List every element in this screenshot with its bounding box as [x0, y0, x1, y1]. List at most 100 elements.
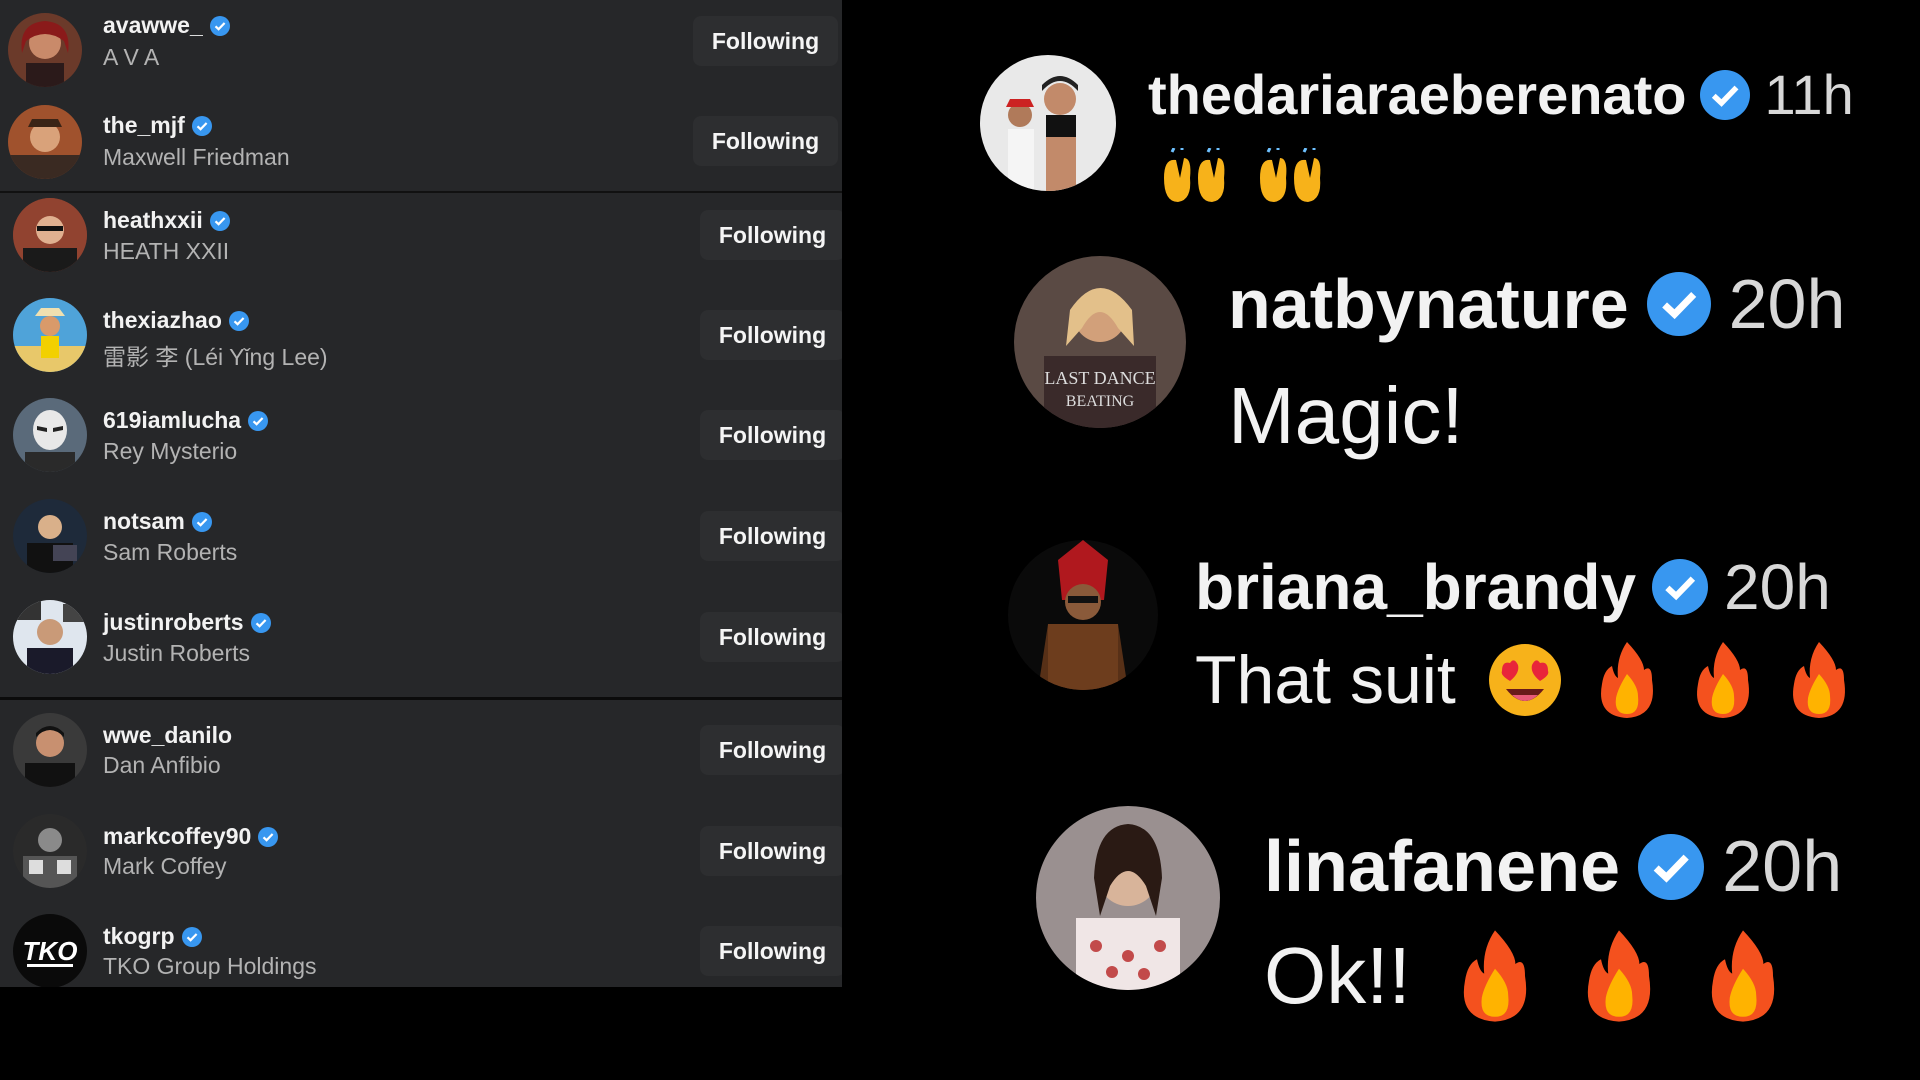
username[interactable]: tkogrp	[103, 923, 202, 950]
comment-header: briana_brandy 20h	[1195, 550, 1831, 624]
following-button[interactable]: Following	[700, 612, 842, 662]
display-name: 雷影 李 (Léi Yǐng Lee)	[103, 344, 328, 370]
following-row[interactable]: TKO tkogrp TKO Group Holdings Following	[0, 901, 842, 987]
fire-emoji-icon	[1594, 640, 1660, 720]
following-button[interactable]: Following	[700, 725, 842, 775]
verified-badge-icon	[1638, 834, 1705, 900]
svg-text:LAST DANCE: LAST DANCE	[1044, 368, 1155, 388]
verified-badge-icon	[1652, 559, 1709, 615]
following-button[interactable]: Following	[693, 116, 838, 166]
username[interactable]: notsam	[103, 508, 212, 535]
comment-text: That suit	[1195, 640, 1852, 720]
following-row[interactable]: 619iamlucha Rey Mysterio Following	[0, 385, 842, 485]
following-row[interactable]: heathxxii HEATH XXII Following	[0, 185, 842, 285]
comment-text	[1158, 148, 1328, 206]
comment-time: 11h	[1764, 63, 1854, 126]
username[interactable]: the_mjf	[103, 112, 212, 139]
verified-badge-icon	[191, 511, 212, 532]
comment-text-content: Ok!!	[1264, 931, 1411, 1020]
following-row[interactable]: thexiazhao 雷影 李 (Léi Yǐng Lee) Following	[0, 285, 842, 385]
comment-username[interactable]: thedariaraeberenato	[1148, 62, 1686, 127]
avatar[interactable]: TKO	[13, 914, 87, 987]
comment-username[interactable]: natbynature	[1228, 264, 1629, 344]
raising-hands-emoji-icon	[1254, 148, 1328, 206]
fire-emoji-icon	[1579, 928, 1659, 1024]
avatar[interactable]: LAST DANCE BEATING	[1014, 256, 1186, 428]
username[interactable]: 619iamlucha	[103, 407, 269, 434]
following-row[interactable]: the_mjf Maxwell Friedman Following	[0, 92, 842, 192]
following-button[interactable]: Following	[700, 410, 842, 460]
avatar[interactable]	[13, 600, 87, 674]
comment-header: linafanene 20h	[1264, 826, 1842, 908]
fire-emoji-icon	[1690, 640, 1756, 720]
verified-badge-icon	[1646, 272, 1711, 336]
comments-panel: thedariaraeberenato 11h LAST DANCE BEATIN…	[842, 0, 1920, 1080]
following-row[interactable]: wwe_danilo Dan Anfibio Following	[0, 700, 842, 800]
verified-badge-icon	[250, 612, 271, 633]
comment-text: Ok!!	[1264, 928, 1783, 1024]
following-row[interactable]: avawwe_ A V A Following	[0, 0, 842, 100]
verified-badge-icon	[209, 210, 230, 231]
comment-username[interactable]: briana_brandy	[1195, 550, 1636, 624]
following-button[interactable]: Following	[700, 826, 842, 876]
avatar[interactable]	[8, 105, 82, 179]
verified-badge-icon	[191, 115, 212, 136]
fire-emoji-icon	[1786, 640, 1852, 720]
avatar[interactable]	[13, 298, 87, 372]
display-name: A V A	[103, 44, 160, 70]
verified-badge-icon	[248, 410, 269, 431]
comment-text-content: Magic!	[1228, 371, 1464, 460]
username[interactable]: avawwe_	[103, 12, 230, 39]
display-name: Dan Anfibio	[103, 752, 221, 778]
svg-text:BEATING: BEATING	[1066, 393, 1135, 410]
verified-badge-icon	[228, 310, 249, 331]
following-row[interactable]: justinroberts Justin Roberts Following	[0, 587, 842, 687]
avatar[interactable]	[980, 55, 1116, 191]
following-button[interactable]: Following	[700, 310, 842, 360]
avatar[interactable]	[13, 398, 87, 472]
verified-badge-icon	[209, 15, 230, 36]
comment-username[interactable]: linafanene	[1264, 826, 1620, 908]
avatar[interactable]	[8, 13, 82, 87]
following-button[interactable]: Following	[700, 210, 842, 260]
following-row[interactable]: notsam Sam Roberts Following	[0, 486, 842, 586]
avatar[interactable]	[1008, 540, 1158, 690]
display-name: Maxwell Friedman	[103, 144, 290, 170]
following-row[interactable]: markcoffey90 Mark Coffey Following	[0, 801, 842, 901]
display-name: Mark Coffey	[103, 853, 227, 879]
comment-text: Magic!	[1228, 370, 1464, 462]
username[interactable]: markcoffey90	[103, 823, 279, 850]
fire-emoji-icon	[1703, 928, 1783, 1024]
comment-header: natbynature 20h	[1228, 264, 1845, 344]
username[interactable]: justinroberts	[103, 609, 271, 636]
heart-eyes-emoji-icon	[1486, 641, 1564, 719]
verified-badge-icon	[258, 826, 279, 847]
comment-text-content: That suit	[1195, 642, 1456, 718]
fire-emoji-icon	[1455, 928, 1535, 1024]
avatar[interactable]	[13, 713, 87, 787]
avatar[interactable]	[13, 499, 87, 573]
following-button[interactable]: Following	[693, 16, 838, 66]
display-name: Sam Roberts	[103, 539, 238, 565]
username[interactable]: heathxxii	[103, 207, 230, 234]
following-list-panel: avawwe_ A V A Following the_mjf Maxwell …	[0, 0, 842, 987]
comment-time: 20h	[1724, 551, 1831, 623]
username[interactable]: wwe_danilo	[103, 722, 232, 749]
raising-hands-emoji-icon	[1158, 148, 1232, 206]
verified-badge-icon	[181, 926, 202, 947]
following-button[interactable]: Following	[700, 511, 842, 561]
display-name: HEATH XXII	[103, 238, 230, 264]
comment-time: 20h	[1722, 827, 1843, 907]
display-name: Justin Roberts	[103, 640, 251, 666]
display-name: TKO Group Holdings	[103, 953, 317, 979]
avatar[interactable]	[13, 198, 87, 272]
comment-header: thedariaraeberenato 11h	[1148, 62, 1854, 127]
comment-time: 20h	[1728, 265, 1846, 343]
verified-badge-icon	[1700, 69, 1751, 120]
svg-text:TKO: TKO	[23, 936, 78, 966]
avatar[interactable]	[1036, 806, 1220, 990]
display-name: Rey Mysterio	[103, 438, 238, 464]
avatar[interactable]	[13, 814, 87, 888]
following-button[interactable]: Following	[700, 926, 842, 976]
username[interactable]: thexiazhao	[103, 307, 249, 334]
